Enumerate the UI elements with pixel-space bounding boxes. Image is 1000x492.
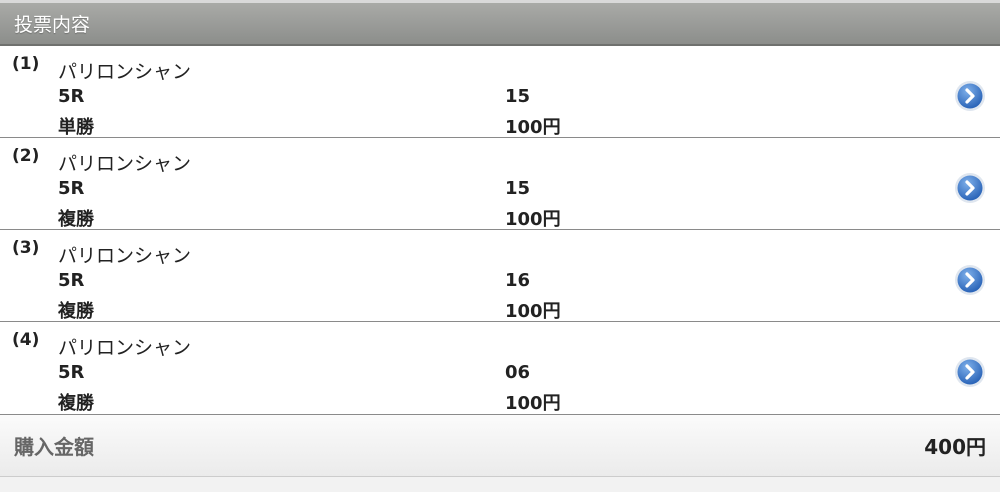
horse-combination: 06	[505, 362, 531, 383]
bet-amount: 100円	[505, 117, 561, 138]
chevron-right-circle-icon[interactable]	[954, 264, 986, 296]
chevron-right-circle-icon[interactable]	[954, 80, 986, 112]
race-number: 5R	[58, 362, 85, 383]
bet-row[interactable]: (3) パリロンシャン 5R 複勝 16 100円	[0, 230, 1000, 322]
bet-amount: 100円	[505, 393, 561, 414]
page-header: 投票内容	[0, 0, 1000, 46]
bet-type: 複勝	[58, 301, 94, 322]
horse-combination: 16	[505, 270, 531, 291]
bet-row[interactable]: (4) パリロンシャン 5R 複勝 06 100円	[0, 322, 1000, 415]
bet-amount: 100円	[505, 209, 561, 230]
total-value: 400円	[924, 435, 986, 459]
bet-amount: 100円	[505, 301, 561, 322]
horse-name: パリロンシャン	[58, 61, 192, 83]
horse-name: パリロンシャン	[58, 245, 192, 267]
bet-type: 複勝	[58, 393, 94, 414]
bet-list: (1) パリロンシャン 5R 単勝 15 100円 (2) パリロンシャン 5R…	[0, 46, 1000, 415]
race-number: 5R	[58, 178, 85, 199]
bet-row[interactable]: (1) パリロンシャン 5R 単勝 15 100円	[0, 46, 1000, 138]
horse-name: パリロンシャン	[58, 153, 192, 175]
bet-row[interactable]: (2) パリロンシャン 5R 複勝 15 100円	[0, 138, 1000, 230]
chevron-right-circle-icon[interactable]	[954, 356, 986, 388]
bet-number: (4)	[12, 330, 40, 350]
total-bar: 購入金額 400円	[0, 415, 1000, 477]
horse-combination: 15	[505, 178, 531, 199]
horse-name: パリロンシャン	[58, 337, 192, 359]
bet-number: (2)	[12, 146, 40, 166]
race-number: 5R	[58, 86, 85, 107]
bet-number: (1)	[12, 54, 40, 74]
total-label: 購入金額	[14, 435, 94, 459]
bet-number: (3)	[12, 238, 40, 258]
bet-type: 単勝	[58, 117, 94, 138]
race-number: 5R	[58, 270, 85, 291]
bet-type: 複勝	[58, 209, 94, 230]
horse-combination: 15	[505, 86, 531, 107]
page-title: 投票内容	[14, 14, 91, 36]
chevron-right-circle-icon[interactable]	[954, 172, 986, 204]
